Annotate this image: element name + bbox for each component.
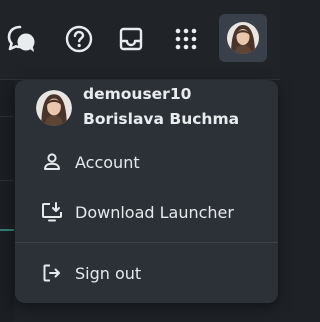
- top-bar: [0, 0, 280, 80]
- username: demouser10: [83, 85, 192, 103]
- background-divider: [0, 180, 14, 181]
- inbox-button[interactable]: [109, 17, 153, 61]
- menu-item-label: Sign out: [75, 263, 142, 283]
- background-accent-line: [0, 229, 14, 231]
- user-info: demouser10 Borislava Buchma: [15, 80, 278, 130]
- help-button[interactable]: [57, 17, 101, 61]
- apps-button[interactable]: [164, 17, 208, 61]
- menu-item-label: Account: [75, 152, 140, 172]
- user-full-name: Borislava Buchma: [83, 110, 240, 128]
- menu-divider: [15, 242, 278, 243]
- chat-button[interactable]: [0, 17, 44, 61]
- help-icon: [64, 24, 94, 54]
- menu-item-sign-out[interactable]: Sign out: [15, 253, 278, 293]
- person-icon: [41, 151, 63, 173]
- menu-item-account[interactable]: Account: [15, 142, 278, 182]
- menu-item-download-launcher[interactable]: Download Launcher: [15, 192, 278, 232]
- user-menu-button[interactable]: [219, 14, 267, 62]
- inbox-icon: [117, 25, 145, 53]
- background-divider: [0, 116, 14, 117]
- background-panel: [0, 80, 14, 322]
- chat-bubbles-icon: [6, 23, 38, 55]
- avatar: [36, 90, 72, 126]
- avatar: [226, 21, 260, 55]
- menu-item-label: Download Launcher: [75, 202, 234, 222]
- sign-out-icon: [41, 262, 63, 284]
- apps-grid-icon: [173, 26, 199, 52]
- download-monitor-icon: [41, 201, 63, 223]
- user-dropdown-menu: demouser10 Borislava Buchma Account Down…: [15, 80, 278, 303]
